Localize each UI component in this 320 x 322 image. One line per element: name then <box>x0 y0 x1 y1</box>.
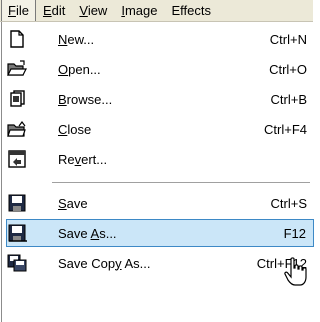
label-pre: Save <box>58 225 91 241</box>
menu-view-mnemonic: V <box>79 2 88 18</box>
menu-item-save-label: Save <box>58 196 88 211</box>
menu-effects[interactable]: Effects <box>164 0 218 21</box>
menu-item-open[interactable]: Open... Ctrl+O <box>6 55 314 83</box>
menu-item-browse-label: Browse... <box>58 92 112 107</box>
label-pre: Re <box>58 151 75 167</box>
label-post: ew... <box>67 31 95 47</box>
hand-cursor-icon <box>284 257 308 290</box>
close-folder-icon <box>7 119 27 139</box>
label-post: ave <box>66 195 88 211</box>
menu-effects-label: Effects <box>171 2 211 18</box>
menu-item-save-as-label: Save As... <box>58 226 117 241</box>
menu-item-save-shortcut: Ctrl+S <box>270 195 307 211</box>
label-post: rowse... <box>66 91 113 107</box>
label-post: lose <box>67 121 92 137</box>
menu-edit[interactable]: Edit <box>36 0 72 21</box>
menu-item-save-as[interactable]: Save As... F12 <box>6 219 314 247</box>
label-mnemonic: S <box>58 195 67 211</box>
menu-item-save-copy-as[interactable]: Save Copy As... Ctrl+F12 <box>6 249 314 277</box>
menu-item-save-copy-as-label: Save Copy As... <box>58 256 151 271</box>
label-mnemonic: B <box>58 91 67 107</box>
label-post: pen... <box>68 61 101 77</box>
menu-image[interactable]: Image <box>114 0 164 21</box>
menu-item-new[interactable]: New... Ctrl+N <box>6 25 314 53</box>
file-menu-dropdown: New... Ctrl+N Open... Ctrl+O Browse... C… <box>1 22 314 322</box>
menu-bar: File Edit View Image Effects <box>0 0 313 22</box>
label-pre: Save Cop <box>58 255 116 271</box>
browse-icon <box>7 89 27 109</box>
menu-item-browse-shortcut: Ctrl+B <box>270 91 307 107</box>
menu-edit-label: dit <box>51 2 66 18</box>
label-post: ert... <box>81 151 108 167</box>
menu-item-save[interactable]: Save Ctrl+S <box>6 189 314 217</box>
save-icon <box>7 193 27 213</box>
label-mnemonic: A <box>90 225 100 241</box>
label-post: As... <box>121 255 151 271</box>
menu-item-close[interactable]: Close Ctrl+F4 <box>6 115 314 143</box>
menu-item-open-shortcut: Ctrl+O <box>269 61 307 77</box>
save-copy-icon <box>7 253 27 273</box>
menu-separator <box>52 182 310 184</box>
menu-edit-mnemonic: E <box>42 2 52 18</box>
menu-item-close-label: Close <box>58 122 91 137</box>
open-folder-icon <box>7 59 27 79</box>
menu-item-open-label: Open... <box>58 62 101 77</box>
menu-item-new-shortcut: Ctrl+N <box>269 31 307 47</box>
label-post: s... <box>99 225 117 241</box>
save-as-icon <box>8 223 28 243</box>
revert-icon <box>7 149 27 169</box>
menu-file[interactable]: File <box>1 0 36 21</box>
menu-item-new-label: New... <box>58 32 94 47</box>
menu-item-close-shortcut: Ctrl+F4 <box>264 121 307 137</box>
menu-item-revert-label: Revert... <box>58 152 107 167</box>
label-mnemonic: C <box>58 121 68 137</box>
menu-item-revert[interactable]: Revert... <box>6 145 314 173</box>
menu-file-mnemonic: F <box>8 3 16 18</box>
menu-item-browse[interactable]: Browse... Ctrl+B <box>6 85 314 113</box>
menu-view-label: iew <box>87 2 108 18</box>
menu-view[interactable]: View <box>72 0 114 21</box>
menu-file-label: ile <box>15 3 29 18</box>
menu-image-label: mage <box>124 2 158 18</box>
menu-item-save-as-shortcut: F12 <box>283 225 306 241</box>
label-mnemonic: O <box>58 61 69 77</box>
new-document-icon <box>7 29 27 49</box>
label-mnemonic: N <box>58 31 68 47</box>
